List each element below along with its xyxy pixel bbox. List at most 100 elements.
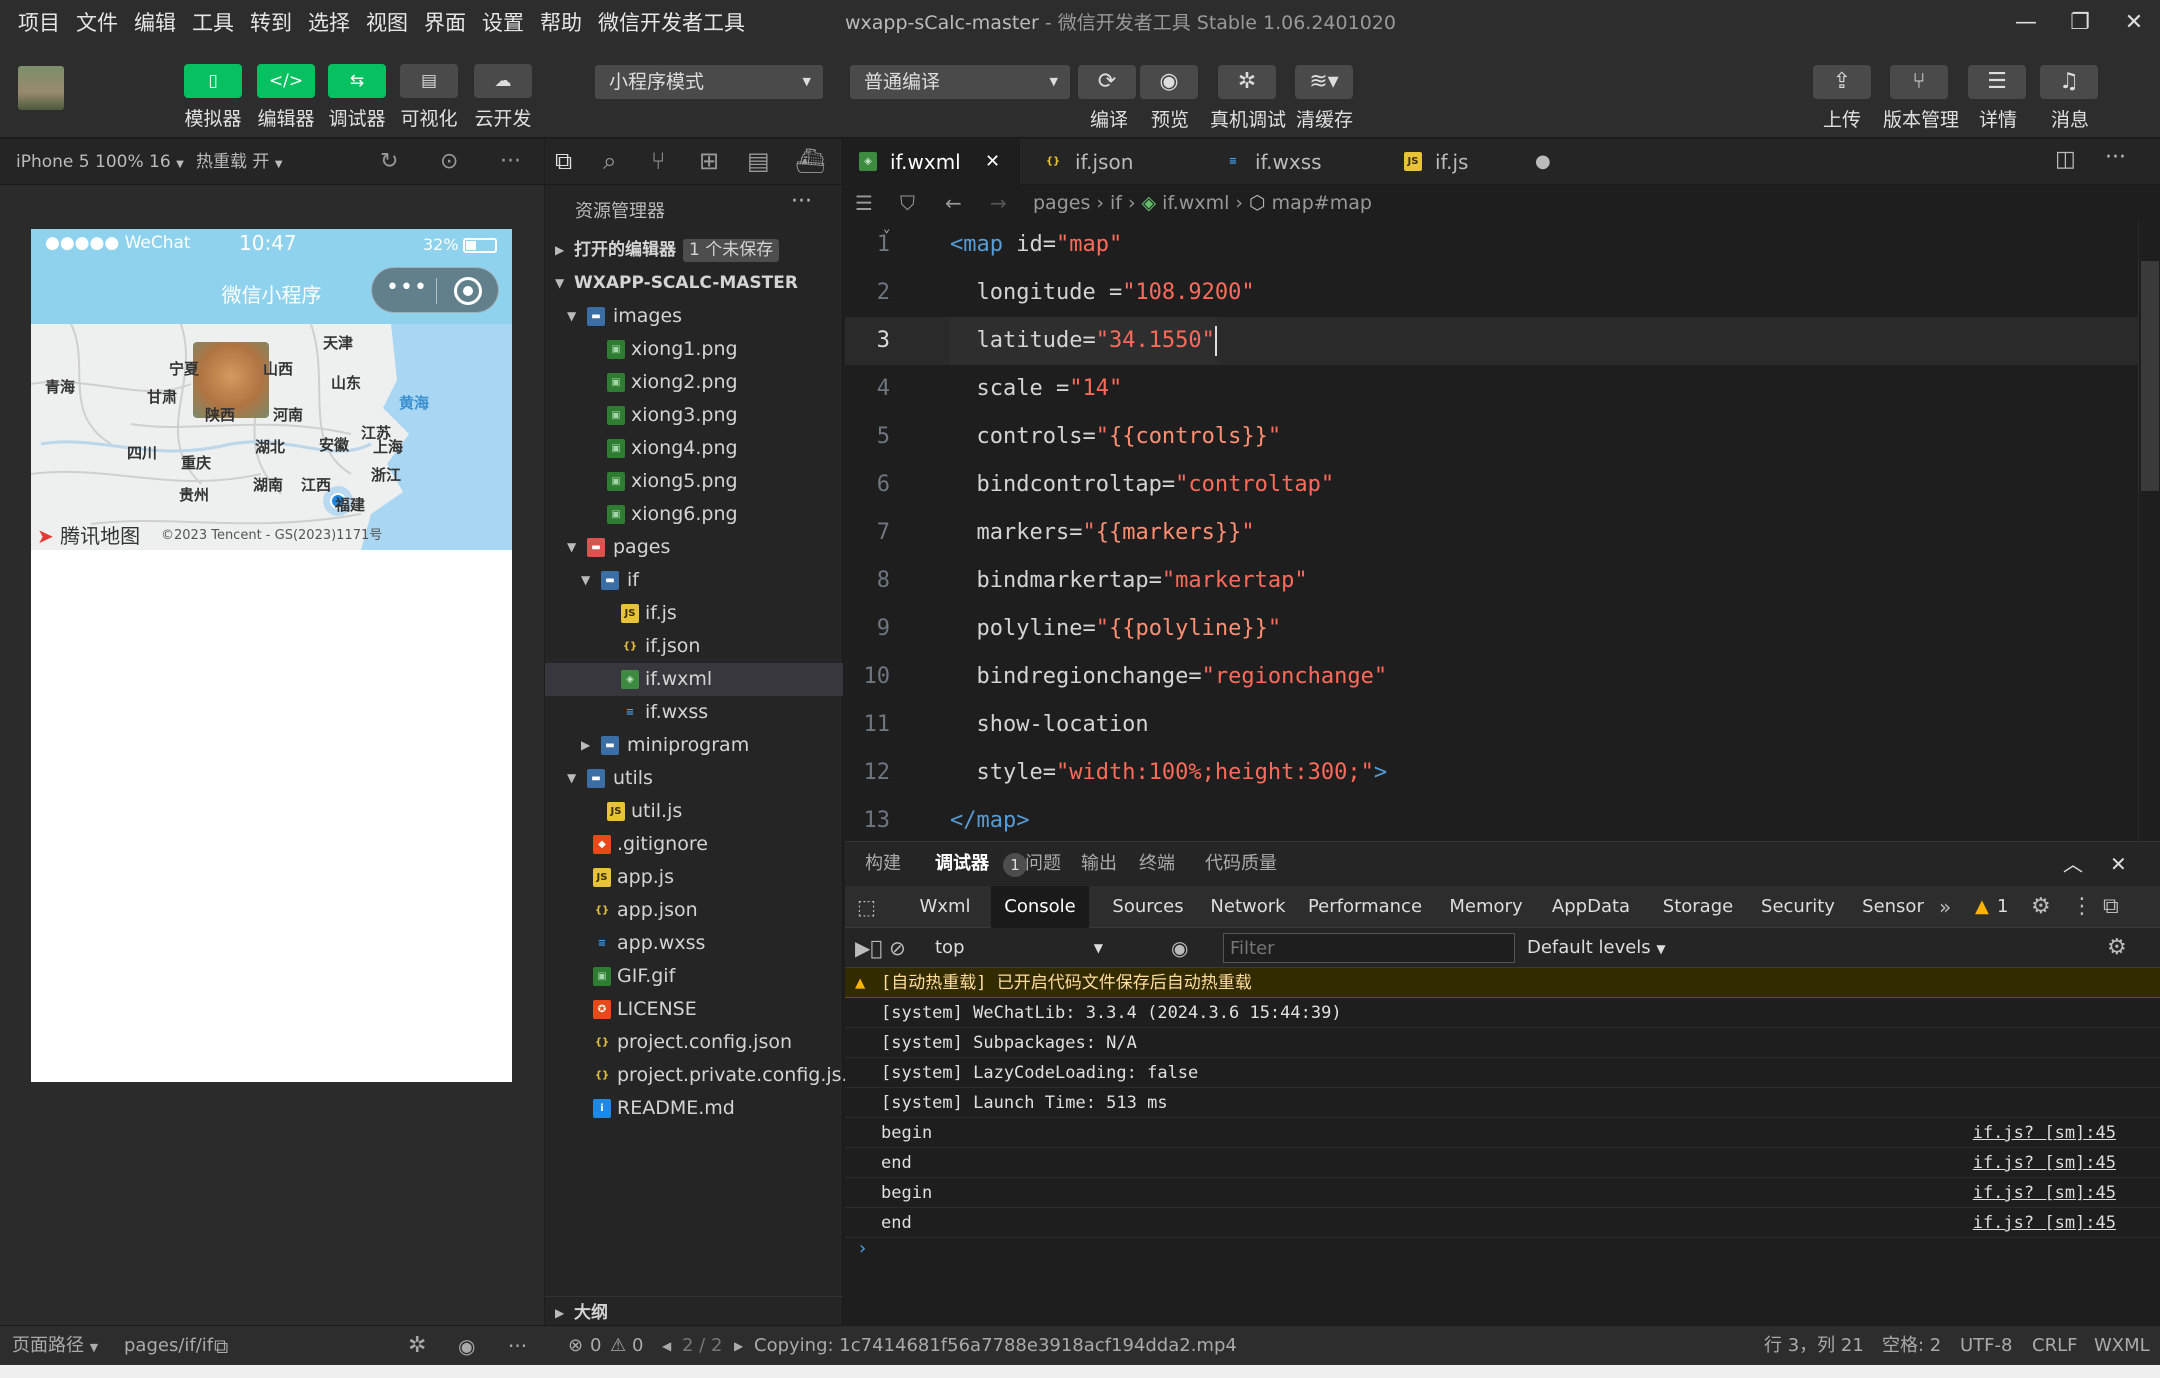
tree-file[interactable]: ▣ xiong5.png [545,465,843,498]
menu-item-6[interactable]: 视图 [358,0,416,46]
debugger-button[interactable]: ⇆ 调试器 [328,64,386,131]
tree-folder[interactable]: ▼ ▬ if [545,564,843,597]
log-source-link[interactable]: if.js? [sm]:45 [1973,1178,2116,1208]
tree-file[interactable]: {} if.json [545,630,843,663]
menu-item-7[interactable]: 界面 [416,0,474,46]
console-settings-icon[interactable]: ⚙ [2107,928,2127,968]
context-select[interactable]: top ▼ [921,932,1111,964]
tree-file[interactable]: JS util.js [545,795,843,828]
more-dots-icon[interactable]: ••• [386,275,428,300]
tree-folder[interactable]: ▼ ▬ images [545,300,843,333]
tree-file[interactable]: {} app.json [545,894,843,927]
search-icon[interactable]: ⌕ [603,147,616,175]
explorer-more-icon[interactable]: ··· [791,189,812,214]
version-button[interactable]: ⑂ [1890,65,1948,99]
avatar[interactable] [18,66,64,110]
breadcrumb-item[interactable]: pages [1033,192,1090,214]
hot-reload-select[interactable]: 热重载 开 ▼ [196,139,283,188]
menu-item-8[interactable]: 设置 [474,0,532,46]
menu-item-4[interactable]: 转到 [242,0,300,46]
devtools-tab-appdata[interactable]: AppData [1541,886,1641,928]
copy-icon[interactable]: ⧉ [214,1326,228,1366]
code-line[interactable]: 11 show-location [845,701,2140,749]
code-line[interactable]: 1 <map id="map" [845,221,2140,269]
more-icon[interactable]: ··· [500,139,521,185]
tree-file[interactable]: ◆ .gitignore [545,828,843,861]
tree-file[interactable]: JS app.js [545,861,843,894]
devtools-tab-security[interactable]: Security [1751,886,1845,928]
tab-if-json[interactable]: {} if.json [1030,139,1200,185]
status-more-icon[interactable]: ··· [508,1326,527,1366]
fold-chevron-icon[interactable]: ⌄ [883,221,890,235]
panel-tab-2[interactable]: 问题 [1025,842,1061,886]
tree-folder[interactable]: ▼ ▬ pages [545,531,843,564]
log-source-link[interactable]: if.js? [sm]:45 [1973,1118,2116,1148]
eye-icon[interactable]: ◉ [1171,928,1188,968]
code-line[interactable]: 9 polyline="{{polyline}}" [845,605,2140,653]
tree-file[interactable]: ▣ xiong3.png [545,399,843,432]
map-view[interactable]: 天津 青海 宁夏 山西 山东 甘肃 陕西 河南 黄海 江苏 四川 湖北 安徽 上海 重庆 浙江 湖南 江西 贵州 福建… [31,324,512,550]
panel-tab-5[interactable]: 代码质量 [1205,842,1277,886]
next-icon[interactable]: ▶ [734,1326,743,1366]
code-editor[interactable]: 1 <map id="map" 2 longitude ="108.9200" 3 l… [845,221,2160,841]
details-button[interactable]: ☰ [1968,65,2026,99]
breadcrumb-item[interactable]: if.wxml [1162,192,1229,214]
menu-item-0[interactable]: 项目 [10,0,68,46]
back-icon[interactable]: ← [945,185,962,221]
bug-icon[interactable]: ✲ [408,1326,426,1366]
panel-tab-3[interactable]: 输出 [1081,842,1117,886]
bookmark-icon[interactable]: ⛉ [900,185,915,221]
code-line[interactable]: 10 bindregionchange="regionchange" [845,653,2140,701]
messages-button[interactable]: ♫ [2040,65,2098,99]
compile-select[interactable]: 普通编译 ▼ [850,65,1070,99]
log-source-link[interactable]: if.js? [sm]:45 [1973,1148,2116,1178]
prev-icon[interactable]: ◀ [662,1326,671,1366]
code-line[interactable]: 12 style="width:100%;height:300;"> [845,749,2140,797]
close-miniprogram-icon[interactable] [454,277,482,305]
console-prompt-icon[interactable]: › [857,1238,868,1259]
tree-file[interactable]: ◈ if.wxml [545,663,843,696]
error-icon[interactable]: ⊗ [568,1326,583,1366]
filter-input[interactable] [1223,933,1515,963]
devtools-tab-sources[interactable]: Sources [1099,886,1197,928]
tree-file[interactable]: ✪ LICENSE [545,993,843,1026]
settings-gear-icon[interactable]: ⚙ [2031,886,2051,928]
menu-item-3[interactable]: 工具 [184,0,242,46]
code-line[interactable]: 6 bindcontroltap="controltap" [845,461,2140,509]
compile-button[interactable]: ⟳ [1078,65,1136,99]
tree-file[interactable]: {} project.private.config.js... [545,1059,860,1092]
code-line[interactable]: 4 scale ="14" [845,365,2140,413]
visual-button[interactable]: ▤ 可视化 [400,64,458,131]
devtools-tab-console[interactable]: Console [991,886,1089,928]
stop-icon[interactable]: ⊙ [440,139,458,185]
panel-tab-0[interactable]: 构建 [865,842,901,886]
docker-icon[interactable]: ⛴ [795,147,825,175]
panel-tab-4[interactable]: 终端 [1139,842,1175,886]
code-line[interactable]: 2 longitude ="108.9200" [845,269,2140,317]
editor-button[interactable]: </> 编辑器 [257,64,315,131]
menu-item-5[interactable]: 选择 [300,0,358,46]
code-line[interactable]: 5 controls="{{controls}}" [845,413,2140,461]
breadcrumb-item[interactable]: if [1110,192,1122,214]
maximize-button[interactable]: ❐ [2052,0,2108,46]
minimize-button[interactable]: — [1998,0,2054,46]
levels-select[interactable]: Default levels ▼ [1527,928,1666,969]
storage-icon[interactable]: ▤ [747,147,770,175]
tree-file[interactable]: ≡ app.wxss [545,927,843,960]
menu-item-10[interactable]: 微信开发者工具 [590,0,753,46]
code-line[interactable]: 13 </map> [845,797,2140,845]
source-control-icon[interactable]: ⑂ [651,147,665,175]
tree-file[interactable]: ▣ xiong4.png [545,432,843,465]
tab-if-js[interactable]: JS if.js ● [1390,139,1560,185]
tree-file[interactable]: ≡ if.wxss [545,696,843,729]
dock-icon[interactable]: ⧉ [2103,886,2119,928]
indent-setting[interactable]: 空格: 2 [1882,1326,1941,1366]
scrollbar-track[interactable] [2138,221,2160,841]
editor-more-icon[interactable]: ··· [2105,145,2126,170]
eye-icon[interactable]: ◉ [458,1326,475,1366]
split-editor-icon[interactable]: ◫ [2055,147,2076,172]
encoding[interactable]: UTF-8 [1960,1326,2012,1366]
tab-if-wxss[interactable]: ≡ if.wxss [1210,139,1380,185]
tree-file[interactable]: {} project.config.json [545,1026,843,1059]
panel-tab-1[interactable]: 调试器 [935,842,989,886]
